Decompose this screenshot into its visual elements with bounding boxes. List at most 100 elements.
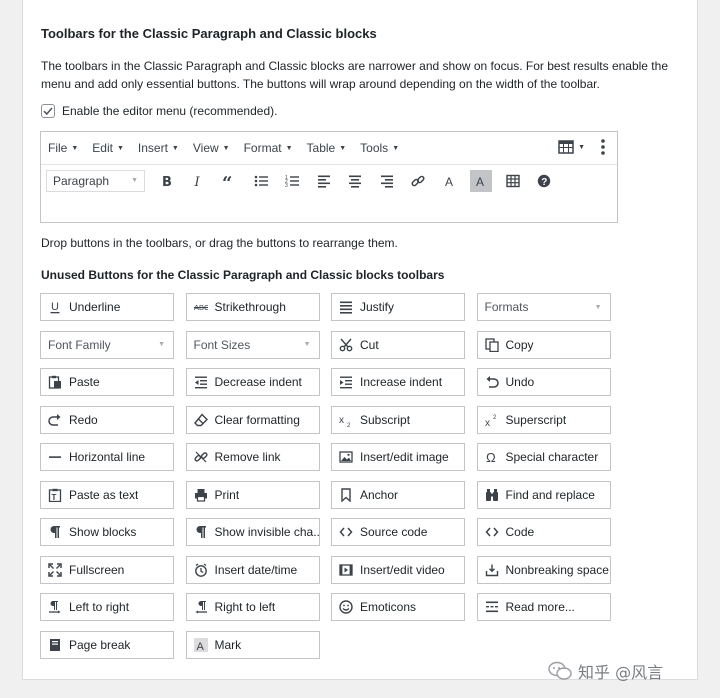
left-to-right-button[interactable]: Left to right: [40, 593, 174, 621]
editor-menu-option[interactable]: Enable the editor menu (recommended).: [41, 104, 277, 118]
increase-indent-button[interactable]: Increase indent: [331, 368, 465, 396]
horizontal-line-button[interactable]: Horizontal line: [40, 443, 174, 471]
nonbreaking-space-button[interactable]: Nonbreaking space: [476, 555, 611, 584]
font-sizes-select[interactable]: Font Sizes ▼: [185, 330, 320, 359]
fullscreen-button[interactable]: Fullscreen: [40, 555, 174, 584]
decrease-indent-button[interactable]: Decrease indent: [185, 368, 320, 396]
svg-text:B: B: [162, 175, 172, 188]
menu-table[interactable]: Table ▼: [307, 141, 347, 155]
copy-button[interactable]: Copy: [476, 330, 611, 359]
strikethrough-button[interactable]: ABC Strikethrough: [185, 293, 320, 321]
show-blocks-button[interactable]: Show blocks: [40, 518, 174, 546]
insert-edit-image-button[interactable]: Insert/edit image: [331, 443, 465, 471]
chevron-down-icon: ▼: [171, 144, 179, 152]
menu-format[interactable]: Format ▼: [244, 141, 293, 155]
link-button[interactable]: [407, 170, 429, 192]
more-vertical-icon[interactable]: [601, 139, 605, 155]
clear-formatting-button[interactable]: Clear formatting: [185, 405, 320, 434]
remove-link-button[interactable]: Remove link: [185, 443, 320, 471]
button-label: Insert date/time: [214, 562, 298, 577]
button-label: Remove link: [214, 450, 281, 464]
background-color-button[interactable]: A: [470, 169, 492, 192]
align-right-button[interactable]: [376, 170, 398, 192]
numbered-list-icon: 123: [285, 175, 299, 188]
indent-icon: [338, 374, 354, 390]
background-color-icon: A: [476, 175, 484, 188]
chevron-down-icon: ▼: [116, 144, 124, 152]
bullet-list-button[interactable]: [250, 170, 272, 192]
underline-button[interactable]: U Underline: [40, 293, 174, 321]
find-and-replace-button[interactable]: Find and replace: [476, 480, 611, 509]
menu-view[interactable]: View ▼: [193, 141, 230, 155]
anchor-button[interactable]: Anchor: [331, 480, 465, 509]
subscript-button[interactable]: x 2 Subscript: [331, 405, 465, 434]
button-label: Insert/edit image: [360, 450, 449, 464]
undo-button[interactable]: Undo: [476, 368, 611, 396]
button-label: Page break: [69, 637, 131, 652]
superscript-button[interactable]: x 2 Superscript: [476, 405, 611, 434]
svg-text:2: 2: [347, 423, 351, 427]
text-color-button[interactable]: A: [439, 170, 461, 192]
redo-icon: [47, 412, 63, 428]
emoticons-button[interactable]: Emoticons: [331, 593, 465, 621]
paragraph-select[interactable]: Paragraph ▼: [46, 169, 145, 192]
button-label: Cut: [360, 337, 379, 352]
enable-menu-checkbox[interactable]: [41, 104, 55, 118]
bold-button[interactable]: B: [155, 170, 177, 192]
formats-select[interactable]: Formats ▼: [476, 293, 611, 321]
help-button[interactable]: ?: [533, 170, 555, 192]
section-description: The toolbars in the Classic Paragraph an…: [41, 59, 668, 91]
enable-menu-label: Enable the editor menu (recommended).: [62, 104, 278, 118]
button-label: Redo: [69, 412, 98, 427]
table-grid-dropdown[interactable]: ▼: [558, 140, 585, 154]
show-invisible-cha-button[interactable]: Show invisible cha...: [185, 518, 320, 546]
chevron-down-icon: ▼: [131, 177, 138, 184]
menu-tools[interactable]: Tools ▼: [360, 141, 399, 155]
paste-as-text-button[interactable]: T Paste as text: [40, 480, 174, 509]
redo-button[interactable]: Redo: [40, 405, 174, 434]
blockquote-button[interactable]: “: [218, 170, 240, 192]
special-character-button[interactable]: Ω Special character: [476, 443, 611, 471]
chevron-down-icon: ▼: [594, 303, 602, 311]
read-more-icon: [484, 599, 500, 615]
svg-text:x: x: [485, 418, 490, 427]
page-break-button[interactable]: Page break: [40, 630, 174, 659]
superscript-icon: x2: [484, 412, 500, 428]
mark-button[interactable]: A Mark: [185, 630, 320, 659]
read-more-button[interactable]: Read more...: [476, 593, 611, 621]
code-button[interactable]: Code: [476, 518, 611, 546]
font-family-select[interactable]: Font Family ▼: [40, 330, 174, 359]
align-left-icon: [317, 175, 330, 188]
button-label: Underline: [69, 300, 121, 314]
align-center-button[interactable]: [344, 170, 366, 192]
source-code-button[interactable]: Source code: [331, 518, 465, 546]
print-button[interactable]: Print: [185, 480, 320, 509]
table-button[interactable]: [502, 170, 524, 192]
right-to-left-button[interactable]: Right to left: [185, 593, 320, 621]
button-label: Copy: [505, 337, 534, 352]
eraser-icon: [193, 412, 209, 428]
button-label: Source code: [360, 525, 428, 539]
align-left-button[interactable]: [313, 170, 335, 192]
code-icon: [484, 524, 500, 540]
numbered-list-button[interactable]: 123: [281, 170, 303, 192]
nbsp-icon: [484, 562, 500, 578]
button-label: Show invisible cha...: [214, 525, 319, 539]
button-label: Paste as text: [69, 487, 139, 502]
paste-button[interactable]: Paste: [40, 368, 174, 396]
chevron-down-icon: ▼: [285, 144, 293, 152]
menu-edit[interactable]: Edit ▼: [92, 141, 124, 155]
menu-insert[interactable]: Insert ▼: [138, 141, 179, 155]
italic-button[interactable]: I: [187, 170, 209, 192]
chevron-down-icon: ▼: [578, 143, 585, 151]
paste-text-icon: T: [47, 487, 63, 503]
undo-icon: [484, 374, 500, 390]
justify-button[interactable]: Justify: [331, 293, 465, 321]
menu-file[interactable]: File ▼: [48, 141, 78, 155]
insert-edit-video-button[interactable]: Insert/edit video: [331, 555, 465, 584]
cut-button[interactable]: Cut: [331, 330, 465, 359]
insert-date-time-button[interactable]: Insert date/time: [185, 555, 320, 584]
button-label: Read more...: [505, 600, 575, 614]
drop-hint: Drop buttons in the toolbars, or drag th…: [41, 236, 398, 250]
image-icon: [338, 449, 354, 465]
